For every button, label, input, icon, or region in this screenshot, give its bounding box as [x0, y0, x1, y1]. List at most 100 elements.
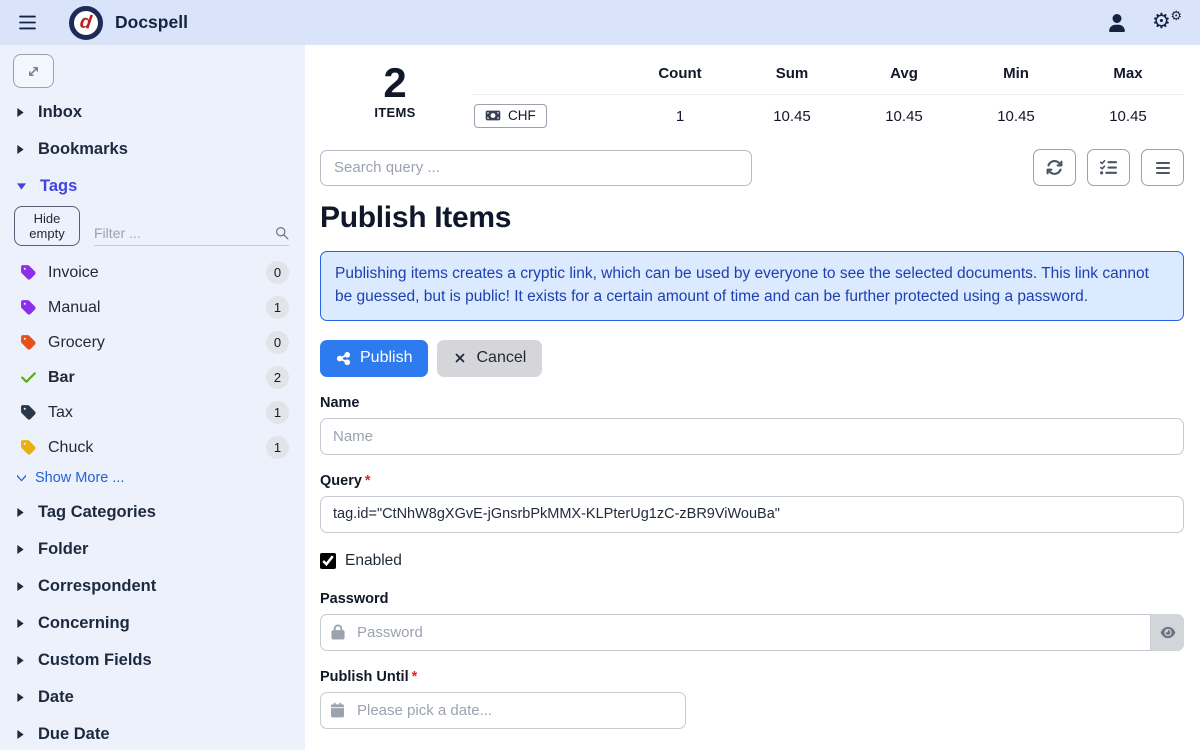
expand-diagonal-icon	[26, 64, 41, 79]
tag-icon	[20, 264, 37, 281]
publish-button[interactable]: Publish	[320, 340, 428, 377]
col-header-count: Count	[624, 57, 736, 95]
col-header-avg: Avg	[848, 57, 960, 95]
required-mark: *	[412, 669, 418, 685]
sidebar-item-inbox[interactable]: Inbox	[0, 94, 305, 131]
sidebar-item-date[interactable]: Date	[0, 679, 305, 716]
publish-until-label: Publish Until*	[320, 669, 1184, 685]
tag-icon	[20, 404, 37, 421]
sidebar-item-due-date[interactable]: Due Date	[0, 716, 305, 750]
tag-icon	[20, 439, 37, 456]
stats-summary: 2 ITEMS Count Sum Avg Min Max CHF 1 10.4…	[320, 55, 1184, 128]
refresh-icon	[1046, 159, 1063, 176]
item-count: 2	[320, 61, 470, 105]
publish-until-field	[320, 692, 686, 729]
sidebar: Inbox Bookmarks Tags Hide empty Invoice …	[0, 45, 305, 750]
eye-icon	[1160, 626, 1176, 639]
tag-row-grocery[interactable]: Grocery 0	[0, 325, 305, 360]
tasks-list-icon	[1100, 159, 1117, 176]
x-icon	[453, 351, 467, 365]
currency-badge[interactable]: CHF	[474, 104, 547, 128]
name-input[interactable]	[320, 418, 1184, 455]
sidebar-item-tags[interactable]: Tags	[0, 168, 305, 205]
caret-right-icon	[16, 729, 25, 740]
tag-row-chuck[interactable]: Chuck 1	[0, 430, 305, 465]
app-title: Docspell	[115, 12, 188, 33]
caret-right-icon	[16, 655, 25, 666]
caret-right-icon	[16, 544, 25, 555]
hamburger-icon	[18, 13, 37, 32]
caret-right-icon	[16, 618, 25, 629]
calendar-icon	[331, 703, 344, 718]
show-more-link[interactable]: Show More ...	[0, 465, 305, 494]
search-query-input[interactable]	[320, 150, 752, 186]
sidebar-item-correspondent[interactable]: Correspondent	[0, 568, 305, 605]
top-navbar: d Docspell ⚙ ⚙	[0, 0, 1200, 45]
tag-row-tax[interactable]: Tax 1	[0, 395, 305, 430]
col-header-sum: Sum	[736, 57, 848, 95]
toggle-password-visibility-button[interactable]	[1150, 614, 1184, 651]
page-title: Publish Items	[320, 201, 1184, 235]
check-icon	[20, 369, 37, 386]
caret-right-icon	[16, 507, 25, 518]
docspell-logo[interactable]: d	[69, 6, 103, 40]
tag-count-badge: 1	[266, 401, 289, 424]
items-label: ITEMS	[320, 105, 470, 120]
query-input[interactable]	[320, 496, 1184, 533]
tag-icon	[20, 299, 37, 316]
cancel-button[interactable]: Cancel	[437, 340, 542, 377]
menu-toggle-button[interactable]	[14, 9, 41, 36]
bars-icon	[1155, 160, 1171, 176]
select-mode-button[interactable]	[1087, 149, 1130, 186]
password-input[interactable]	[320, 614, 1184, 651]
tag-row-invoice[interactable]: Invoice 0	[0, 255, 305, 290]
caret-right-icon	[16, 692, 25, 703]
tag-count-badge: 1	[266, 296, 289, 319]
refresh-button[interactable]	[1033, 149, 1076, 186]
tag-count-badge: 0	[266, 261, 289, 284]
settings-gears-icon[interactable]: ⚙ ⚙	[1152, 11, 1182, 35]
sidebar-item-folder[interactable]: Folder	[0, 531, 305, 568]
col-header-min: Min	[960, 57, 1072, 95]
tag-count-badge: 0	[266, 331, 289, 354]
caret-right-icon	[16, 581, 25, 592]
money-bill-icon	[485, 109, 501, 122]
tag-filter-input[interactable]	[94, 225, 275, 241]
menu-bars-button[interactable]	[1141, 149, 1184, 186]
password-field	[320, 614, 1184, 651]
enabled-field: Enabled	[320, 552, 1184, 570]
enabled-checkbox[interactable]	[320, 553, 336, 569]
tag-row-bar-selected[interactable]: Bar 2	[0, 360, 305, 395]
collapse-sidebar-button[interactable]	[13, 54, 54, 88]
col-header-max: Max	[1072, 57, 1184, 95]
name-label: Name	[320, 395, 1184, 411]
chevron-down-icon	[16, 474, 27, 482]
tag-count-badge: 1	[266, 436, 289, 459]
tag-filter	[94, 225, 289, 246]
user-account-icon[interactable]	[1108, 14, 1126, 32]
tag-count-badge: 2	[266, 366, 289, 389]
hide-empty-button[interactable]: Hide empty	[14, 206, 80, 246]
sidebar-item-concerning[interactable]: Concerning	[0, 605, 305, 642]
publish-until-input[interactable]	[320, 692, 686, 729]
currency-stats-table: Count Sum Avg Min Max CHF 1 10.45 10.45 …	[472, 57, 1184, 128]
stat-min-value: 10.45	[960, 95, 1072, 128]
share-icon	[336, 351, 351, 366]
password-label: Password	[320, 591, 1184, 607]
caret-down-icon	[16, 182, 27, 191]
sidebar-item-tag-categories[interactable]: Tag Categories	[0, 494, 305, 531]
search-icon	[275, 226, 289, 240]
main-content: 2 ITEMS Count Sum Avg Min Max CHF 1 10.4…	[305, 45, 1200, 750]
caret-right-icon	[16, 144, 25, 155]
tag-icon	[20, 334, 37, 351]
tag-row-manual[interactable]: Manual 1	[0, 290, 305, 325]
stat-avg-value: 10.45	[848, 95, 960, 128]
sidebar-item-custom-fields[interactable]: Custom Fields	[0, 642, 305, 679]
query-label: Query*	[320, 473, 1184, 489]
stat-max-value: 10.45	[1072, 95, 1184, 128]
sidebar-item-bookmarks[interactable]: Bookmarks	[0, 131, 305, 168]
stat-count-value: 1	[624, 95, 736, 128]
caret-right-icon	[16, 107, 25, 118]
required-mark: *	[365, 473, 371, 489]
stat-sum-value: 10.45	[736, 95, 848, 128]
